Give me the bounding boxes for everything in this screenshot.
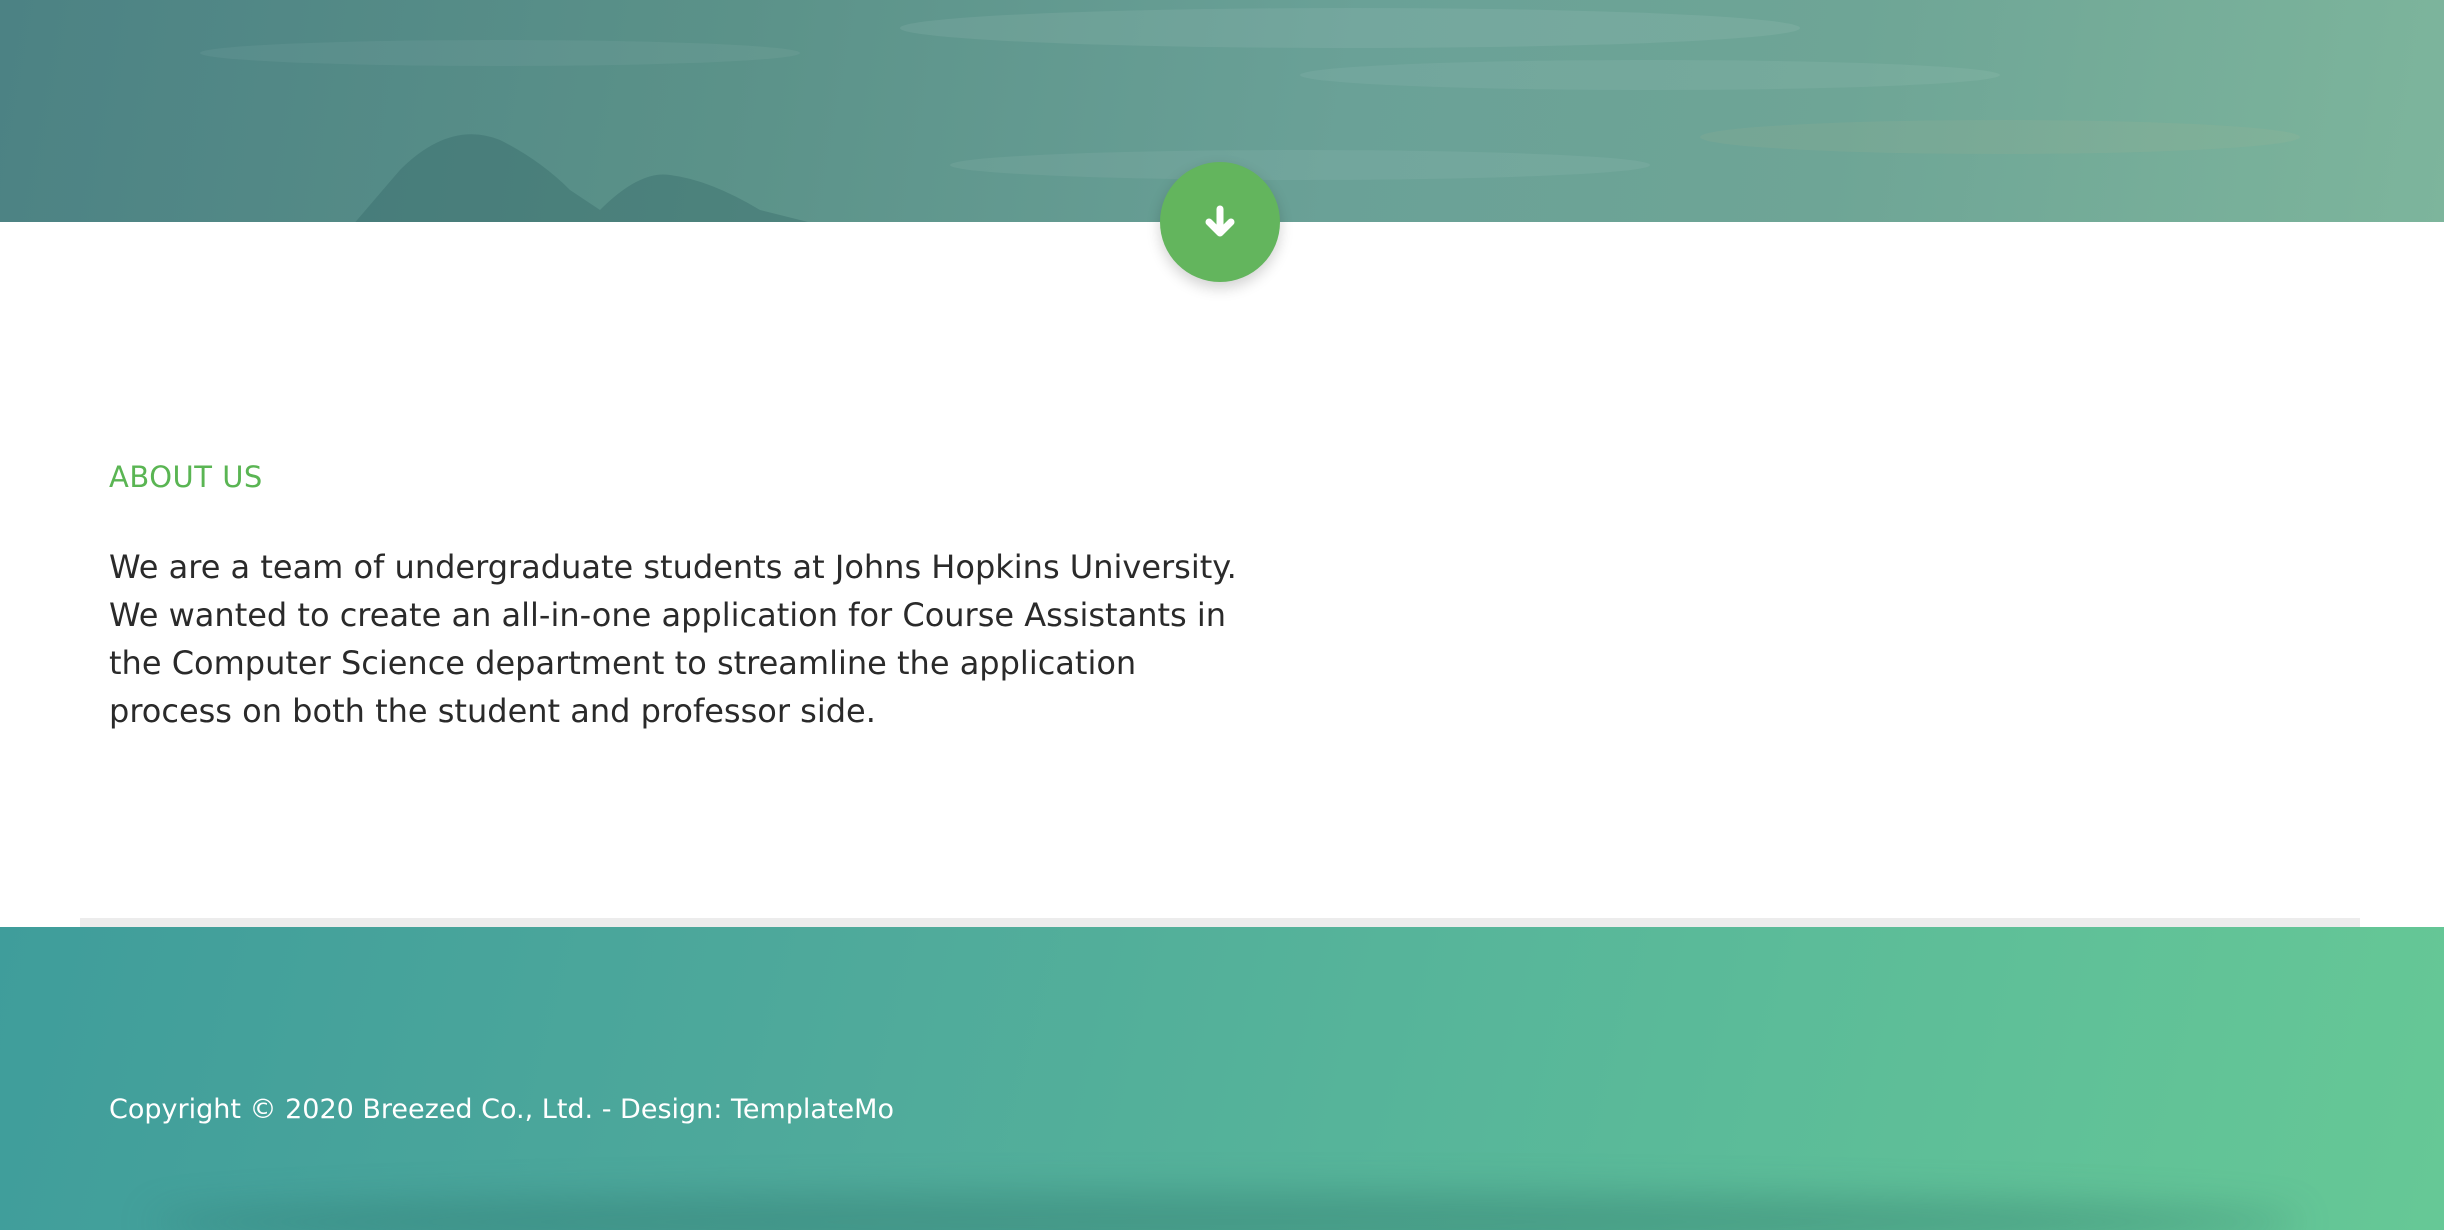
banner-cloud — [900, 8, 1800, 48]
section-divider — [80, 918, 2360, 927]
copyright-prefix: Copyright © 2020 Breezed Co., Ltd. - Des… — [109, 1094, 731, 1125]
banner-cloud — [1300, 60, 2000, 90]
banner-cloud — [200, 40, 800, 66]
about-paragraph: We are a team of undergraduate students … — [109, 548, 1237, 730]
copyright-text: Copyright © 2020 Breezed Co., Ltd. - Des… — [109, 1094, 894, 1125]
about-heading: ABOUT US — [109, 460, 263, 494]
banner-cloud — [1700, 120, 2300, 154]
footer: Copyright © 2020 Breezed Co., Ltd. - Des… — [0, 927, 2444, 1230]
banner-cloud — [950, 150, 1650, 180]
banner-mountains — [355, 134, 808, 222]
templatemo-link[interactable]: TemplateMo — [731, 1094, 894, 1125]
scroll-down-button[interactable] — [1160, 162, 1280, 282]
arrow-down-icon — [1205, 205, 1235, 237]
footer-shadow — [150, 1192, 2300, 1230]
